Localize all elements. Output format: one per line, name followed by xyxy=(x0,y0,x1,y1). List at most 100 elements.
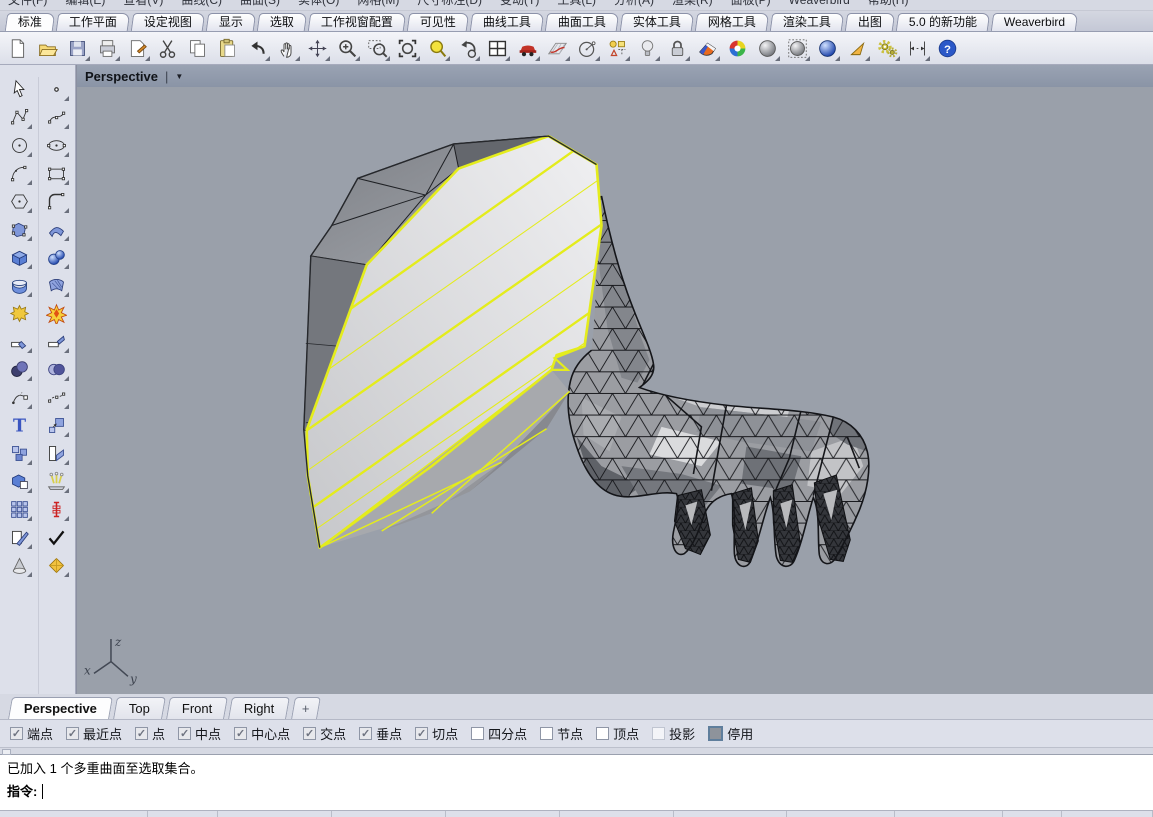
osnap-disable-box[interactable] xyxy=(708,726,723,741)
cone-tool-button[interactable] xyxy=(6,553,33,578)
scale-tool-button[interactable] xyxy=(43,413,70,438)
zoom-window-button[interactable] xyxy=(364,35,391,62)
dimension-button[interactable] xyxy=(904,35,931,62)
trim-tool-button[interactable] xyxy=(6,525,33,550)
cage-edit-tool-button[interactable] xyxy=(43,553,70,578)
boolean-diff-tool-button[interactable] xyxy=(43,357,70,382)
copy-view-button[interactable] xyxy=(124,35,151,62)
arc-tool-button[interactable] xyxy=(6,161,33,186)
interp-curve-tool-button[interactable] xyxy=(43,105,70,130)
cplane-button[interactable] xyxy=(544,35,571,62)
menu-item[interactable]: 工具(L) xyxy=(557,0,596,9)
array-grid-tool-button[interactable] xyxy=(6,497,33,522)
osnap-四分点[interactable]: 四分点 xyxy=(471,724,527,743)
rendered-viewport-button[interactable] xyxy=(814,35,841,62)
drape-tool-button[interactable] xyxy=(43,273,70,298)
toolbar-tab-工作平面[interactable]: 工作平面 xyxy=(56,13,131,31)
undo-view-button[interactable] xyxy=(454,35,481,62)
render-wedge-button[interactable] xyxy=(694,35,721,62)
command-prompt[interactable]: 指令: xyxy=(7,780,1146,803)
point-tool-button[interactable] xyxy=(43,77,70,102)
osnap-checkbox[interactable]: ✓ xyxy=(66,727,79,740)
zoom-dynamic-button[interactable] xyxy=(334,35,361,62)
divider-grip[interactable] xyxy=(2,749,11,755)
paste-button[interactable] xyxy=(214,35,241,62)
osnap-顶点[interactable]: 顶点 xyxy=(596,724,639,743)
text-tool-button[interactable]: T xyxy=(6,413,33,438)
toolbar-tab-显示[interactable]: 显示 xyxy=(206,13,257,31)
menu-item[interactable]: 尺寸标注(D) xyxy=(417,0,482,9)
osnap-checkbox[interactable]: ✓ xyxy=(178,727,191,740)
toolbar-tab-网格工具[interactable]: 网格工具 xyxy=(695,13,770,31)
save-button[interactable] xyxy=(64,35,91,62)
light-button[interactable] xyxy=(634,35,661,62)
toolbar-tab-渲染工具[interactable]: 渲染工具 xyxy=(770,13,845,31)
copy-objects-tool-button[interactable] xyxy=(6,441,33,466)
split-tool-button[interactable] xyxy=(43,441,70,466)
zoom-extents-button[interactable] xyxy=(394,35,421,62)
viewport-tab-Right[interactable]: Right xyxy=(228,697,290,719)
osnap-checkbox[interactable] xyxy=(540,727,553,740)
polygon-tool-button[interactable] xyxy=(6,189,33,214)
menu-item[interactable]: 分析(A) xyxy=(614,0,654,9)
osnap-交点[interactable]: ✓交点 xyxy=(303,724,346,743)
move-object-button[interactable] xyxy=(514,35,541,62)
viewport-tab-Perspective[interactable]: Perspective xyxy=(8,697,113,719)
plugin-star-tool-button[interactable] xyxy=(6,301,33,326)
menu-item[interactable]: 变动(T) xyxy=(500,0,539,9)
toolbar-tab-标准[interactable]: 标准 xyxy=(5,13,56,31)
check-tool-button[interactable] xyxy=(43,525,70,550)
ellipse-tool-button[interactable] xyxy=(43,133,70,158)
osnap-checkbox[interactable]: ✓ xyxy=(234,727,247,740)
toolbar-tab-设定视图[interactable]: 设定视图 xyxy=(131,13,206,31)
viewport-layout-button[interactable] xyxy=(484,35,511,62)
new-file-button[interactable] xyxy=(4,35,31,62)
toolbar-tab-曲线工具[interactable]: 曲线工具 xyxy=(470,13,545,31)
menu-item[interactable]: 曲线(C) xyxy=(181,0,222,9)
select-tool-button[interactable] xyxy=(6,77,33,102)
new-viewport-tab-button[interactable]: + xyxy=(291,697,320,719)
rotate-view-button[interactable] xyxy=(304,35,331,62)
osnap-切点[interactable]: ✓切点 xyxy=(415,724,458,743)
toolbar-tab-5.0 的新功能[interactable]: 5.0 的新功能 xyxy=(896,13,991,31)
boolean-union-tool-button[interactable] xyxy=(6,357,33,382)
osnap-投影[interactable]: 投影 xyxy=(652,724,695,743)
options-button[interactable] xyxy=(874,35,901,62)
menu-item[interactable]: 曲面(S) xyxy=(240,0,280,9)
viewport-canvas[interactable]: z x y xyxy=(77,87,1153,694)
osnap-checkbox[interactable] xyxy=(596,727,609,740)
osnap-节点[interactable]: 节点 xyxy=(540,724,583,743)
osnap-checkbox[interactable] xyxy=(652,727,665,740)
circle-tool-button[interactable] xyxy=(6,133,33,158)
viewport-menu-caret-icon[interactable]: ▼ xyxy=(175,72,183,81)
toolbar-tab-出图[interactable]: 出图 xyxy=(845,13,896,31)
osnap-垂点[interactable]: ✓垂点 xyxy=(359,724,402,743)
copy-button[interactable] xyxy=(184,35,211,62)
osnap-disable-toggle[interactable]: 停用 xyxy=(708,724,753,743)
surface-points-tool-button[interactable] xyxy=(6,217,33,242)
undo-button[interactable] xyxy=(244,35,271,62)
osnap-checkbox[interactable]: ✓ xyxy=(10,727,23,740)
box-tool-button[interactable] xyxy=(6,245,33,270)
help-button[interactable]: ? xyxy=(934,35,961,62)
lights-tool-button[interactable] xyxy=(43,469,70,494)
circle-radius-button[interactable] xyxy=(574,35,601,62)
chamfer-edge-tool-button[interactable] xyxy=(43,329,70,354)
selection-filter-button[interactable] xyxy=(604,35,631,62)
toolbar-tab-选取[interactable]: 选取 xyxy=(257,13,308,31)
menu-item[interactable]: 渲染(R) xyxy=(672,0,713,9)
lock-button[interactable] xyxy=(664,35,691,62)
menu-item[interactable]: 编辑(E) xyxy=(65,0,105,9)
viewport-title-bar[interactable]: Perspective | ▼ xyxy=(77,65,1153,87)
menu-item[interactable]: 实体(O) xyxy=(298,0,339,9)
osnap-checkbox[interactable] xyxy=(471,727,484,740)
rectangle-tool-button[interactable] xyxy=(43,161,70,186)
osnap-端点[interactable]: ✓端点 xyxy=(10,724,53,743)
command-area-divider[interactable] xyxy=(0,747,1153,754)
bend-tool-button[interactable] xyxy=(43,217,70,242)
fillet-tool-button[interactable] xyxy=(43,189,70,214)
viewport-tab-Front[interactable]: Front xyxy=(166,697,228,719)
osnap-最近点[interactable]: ✓最近点 xyxy=(66,724,122,743)
osnap-中心点[interactable]: ✓中心点 xyxy=(234,724,290,743)
solid-union-tool-button[interactable] xyxy=(6,469,33,494)
